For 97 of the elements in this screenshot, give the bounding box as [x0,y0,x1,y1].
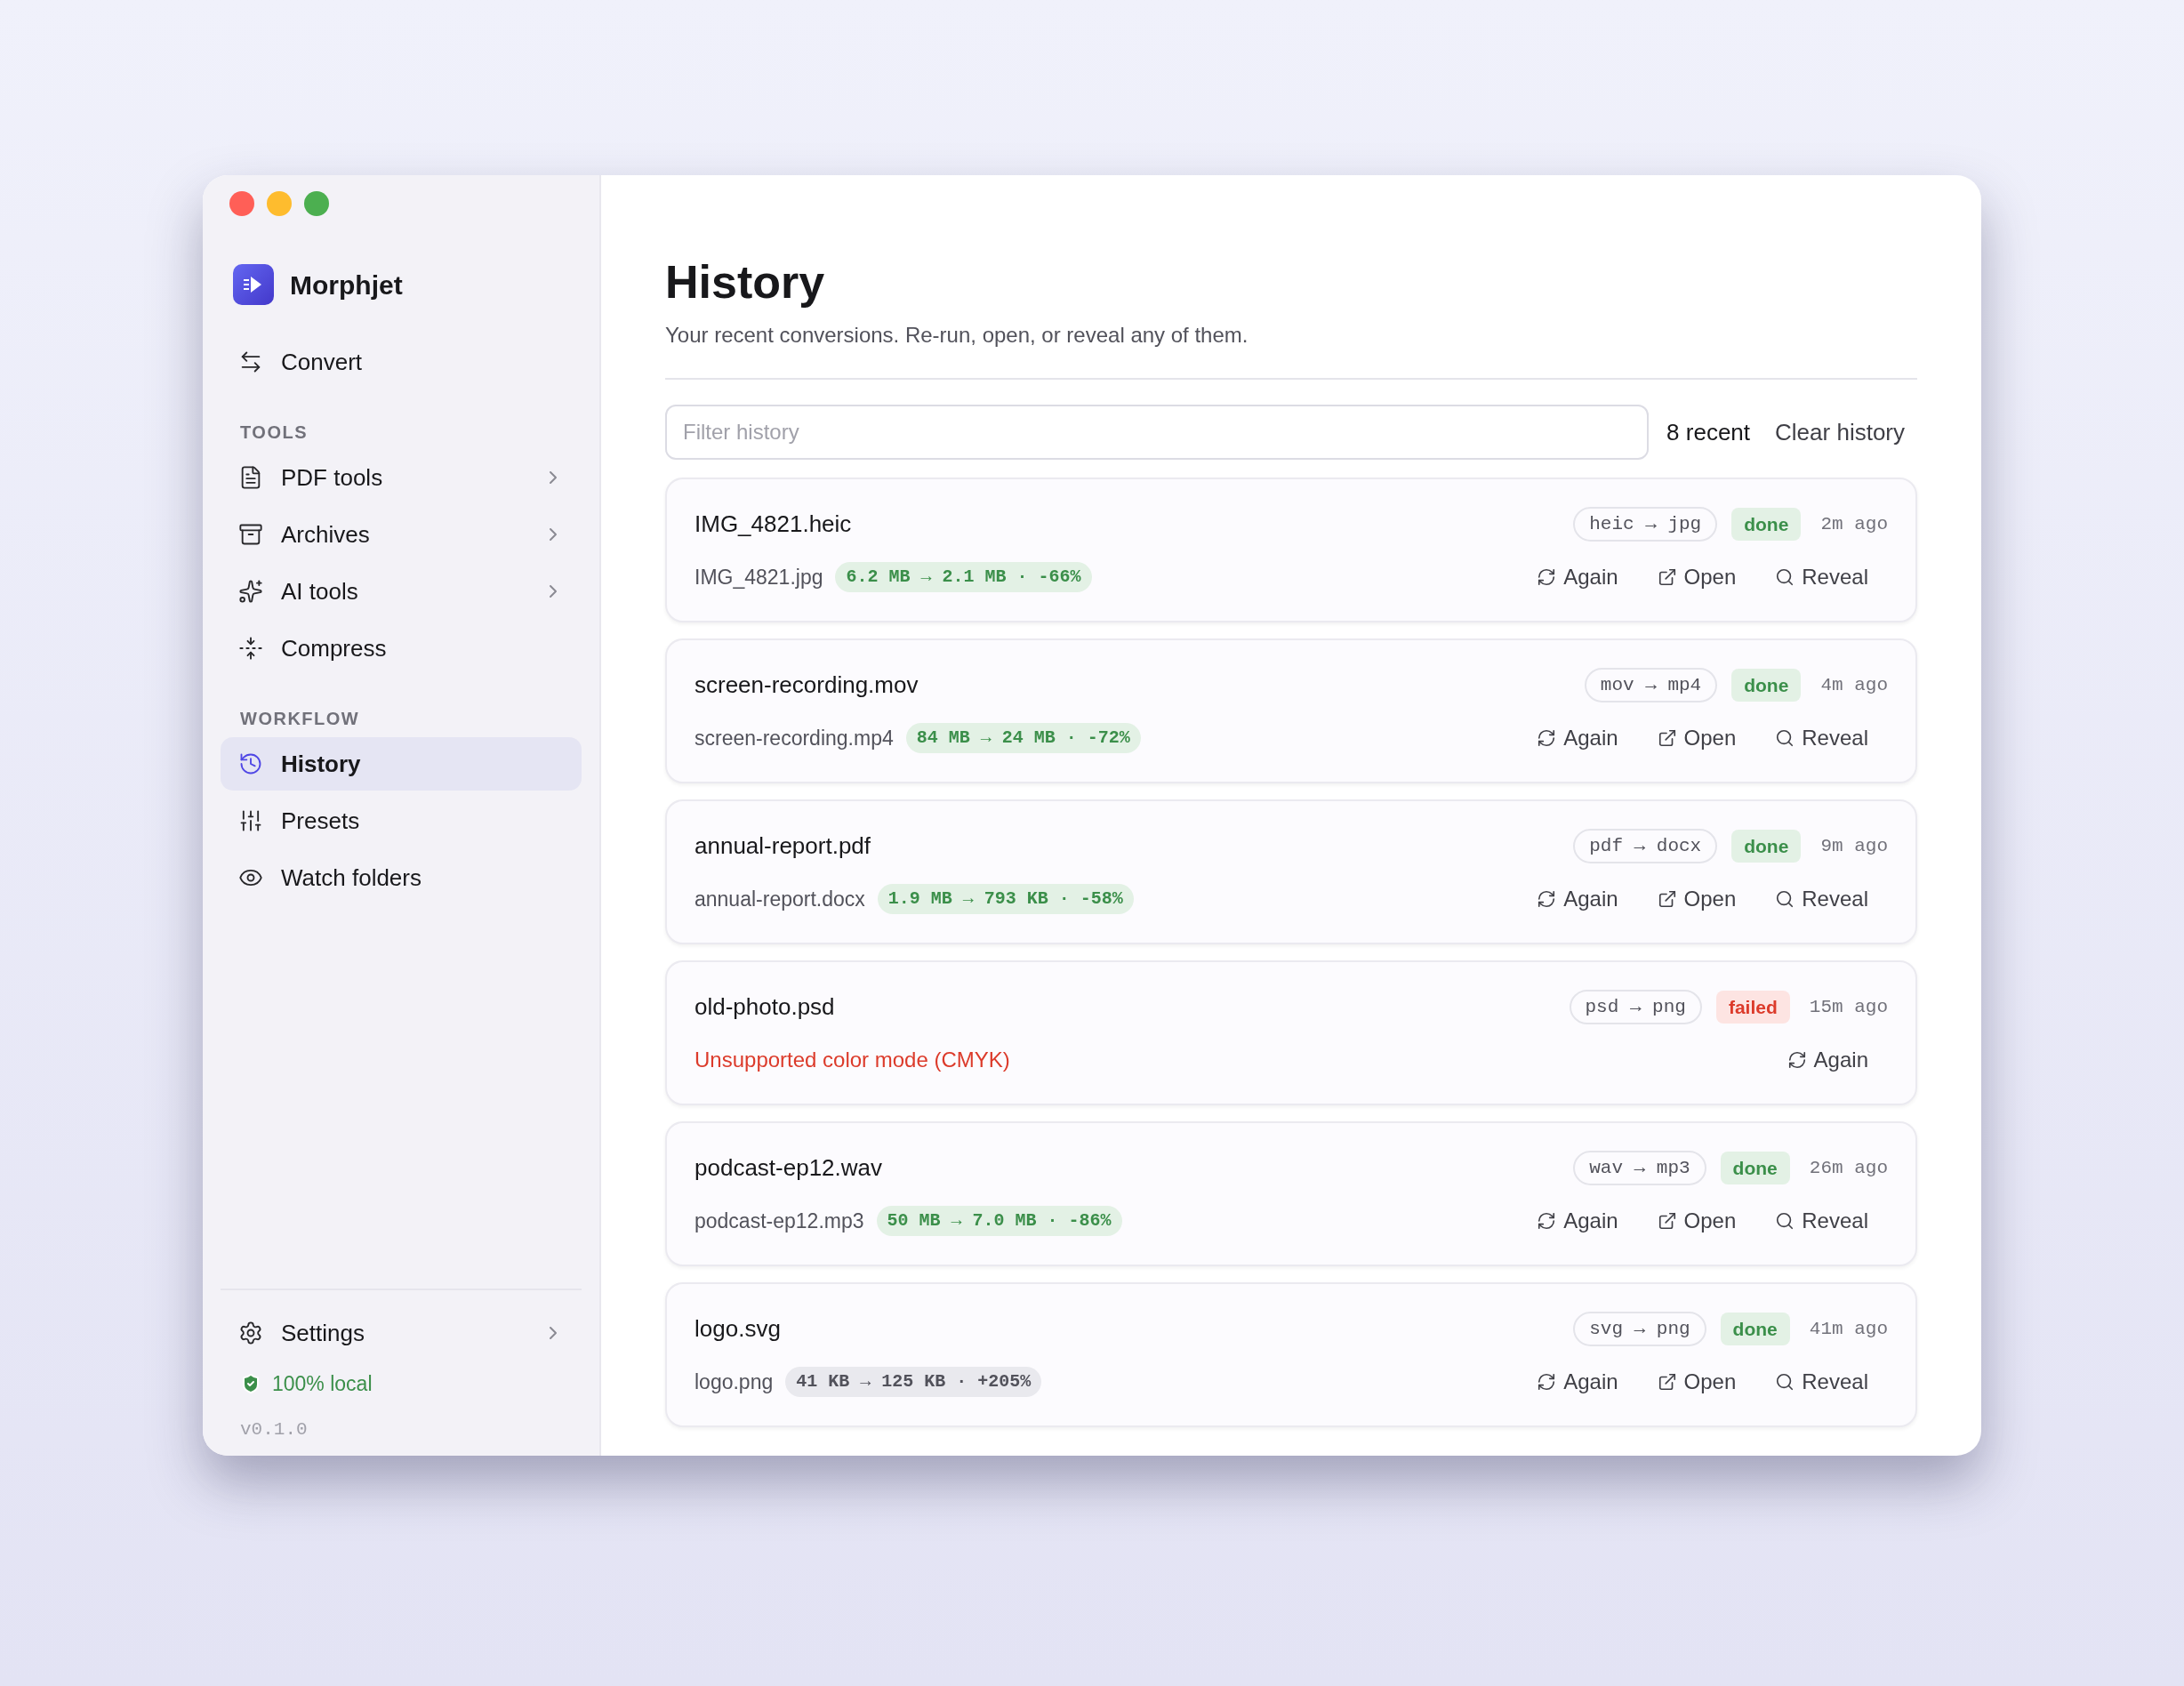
sliders-icon [238,808,263,833]
action-button[interactable]: Reveal [1775,1205,1868,1238]
action-button[interactable]: Again [1537,883,1618,916]
action-button[interactable]: Open [1657,883,1737,916]
output-file-name: podcast-ep12.mp3 [695,1208,864,1234]
sidebar-item[interactable]: Archives [221,508,582,561]
shield-check-icon [240,1373,261,1395]
conversion-tag: svg → png [1573,1311,1706,1347]
file-name: IMG_4821.heic [695,510,853,539]
action-button[interactable]: Reveal [1775,561,1868,594]
refresh-icon [1787,1050,1807,1071]
clear-history-button[interactable]: Clear history [1762,407,1917,457]
action-button[interactable]: Again [1537,561,1618,594]
sidebar-item[interactable]: Convert [221,335,582,389]
action-button[interactable]: Reveal [1775,883,1868,916]
output-file-name: logo.png [695,1369,774,1395]
search-icon [1775,1372,1795,1393]
minimize-window-control[interactable] [267,191,292,216]
conversion-tag: pdf → docx [1573,828,1718,864]
output-file-name: screen-recording.mp4 [695,726,894,751]
time-label: 9m ago [1820,834,1888,858]
refresh-icon [1537,567,1557,588]
conversion-tag: heic → jpg [1573,506,1718,542]
action-button[interactable]: Open [1657,722,1737,755]
external-link-icon [1657,1211,1677,1232]
search-icon [1775,889,1795,910]
action-button[interactable]: Again [1537,1366,1618,1399]
section-heading: TOOLS [239,422,309,444]
size-change-tag: 1.9 MB → 793 KB · -58% [877,884,1134,915]
external-link-icon [1657,889,1677,910]
app-logo [233,264,274,305]
refresh-icon [1537,1211,1557,1232]
size-change-tag: 50 MB → 7.0 MB · -86% [876,1206,1122,1237]
refresh-icon [1537,1372,1557,1393]
status-badge: failed [1715,990,1790,1024]
history-icon [238,751,263,776]
sidebar-item[interactable]: PDF tools [221,451,582,504]
action-button[interactable]: Reveal [1775,722,1868,755]
search-icon [1775,567,1795,588]
conversion-tag: psd → png [1569,989,1702,1025]
time-label: 2m ago [1820,512,1888,536]
recent-count: 8 recent [1666,417,1751,447]
size-change-tag: 6.2 MB → 2.1 MB · -66% [835,562,1092,593]
size-change-tag: 41 KB → 125 KB · +205% [785,1367,1042,1398]
action-button[interactable]: Again [1537,1205,1618,1238]
status-badge: done [1731,829,1802,863]
archive-box-icon [238,522,263,547]
action-button[interactable]: Open [1657,561,1737,594]
close-window-control[interactable] [229,191,254,216]
status-badge: done [1720,1151,1790,1185]
version-label: v0.1.0 [239,1417,309,1441]
external-link-icon [1657,728,1677,749]
action-button[interactable]: Again [1787,1044,1868,1077]
zoom-window-control[interactable] [304,191,329,216]
status-badge: done [1720,1312,1790,1346]
error-message: Unsupported color mode (CMYK) [695,1047,1011,1074]
file-name: logo.svg [695,1314,782,1344]
file-name: podcast-ep12.wav [695,1153,884,1183]
action-button[interactable]: Open [1657,1366,1737,1399]
page-title: History [665,255,826,309]
refresh-icon [1537,889,1557,910]
privacy-label: 100% local [272,1371,373,1397]
file-name: annual-report.pdf [695,831,872,861]
action-button[interactable]: Open [1657,1205,1737,1238]
size-change-tag: 84 MB → 24 MB · -72% [905,723,1141,754]
search-icon [1775,1211,1795,1232]
action-button[interactable]: Reveal [1775,1366,1868,1399]
filter-field[interactable]: Filter history [665,405,1650,460]
section-heading: WORKFLOW [239,708,361,730]
time-label: 26m ago [1809,1156,1888,1180]
file-name: screen-recording.mov [695,670,919,700]
conversion-tag: mov → mp4 [1584,667,1718,703]
sparkles-icon [238,579,263,604]
file-name: old-photo.psd [695,992,836,1022]
page-subtitle: Your recent conversions. Re-run, open, or reveal any of them. [665,322,1249,349]
compress-icon [238,636,263,661]
time-label: 15m ago [1809,995,1888,1019]
sidebar-item[interactable]: History [221,737,582,791]
time-label: 4m ago [1820,673,1888,697]
search-icon [1775,728,1795,749]
action-button[interactable]: Again [1537,722,1618,755]
settings-icon [238,1321,263,1345]
time-label: 41m ago [1809,1317,1888,1341]
sidebar-item[interactable]: Presets [221,794,582,847]
status-badge: done [1731,668,1802,702]
sidebar-item[interactable]: AI tools [221,565,582,618]
sidebar-item[interactable]: Watch folders [221,851,582,904]
sidebar-item[interactable]: Compress [221,622,582,675]
app-name: Morphjet [290,269,403,301]
output-file-name: annual-report.docx [695,887,865,912]
output-file-name: IMG_4821.jpg [695,565,823,590]
refresh-icon [1537,728,1557,749]
conversion-tag: wav → mp3 [1573,1150,1706,1186]
external-link-icon [1657,567,1677,588]
settings-item[interactable]: Settings [221,1306,582,1360]
external-link-icon [1657,1372,1677,1393]
status-badge: done [1731,507,1802,542]
